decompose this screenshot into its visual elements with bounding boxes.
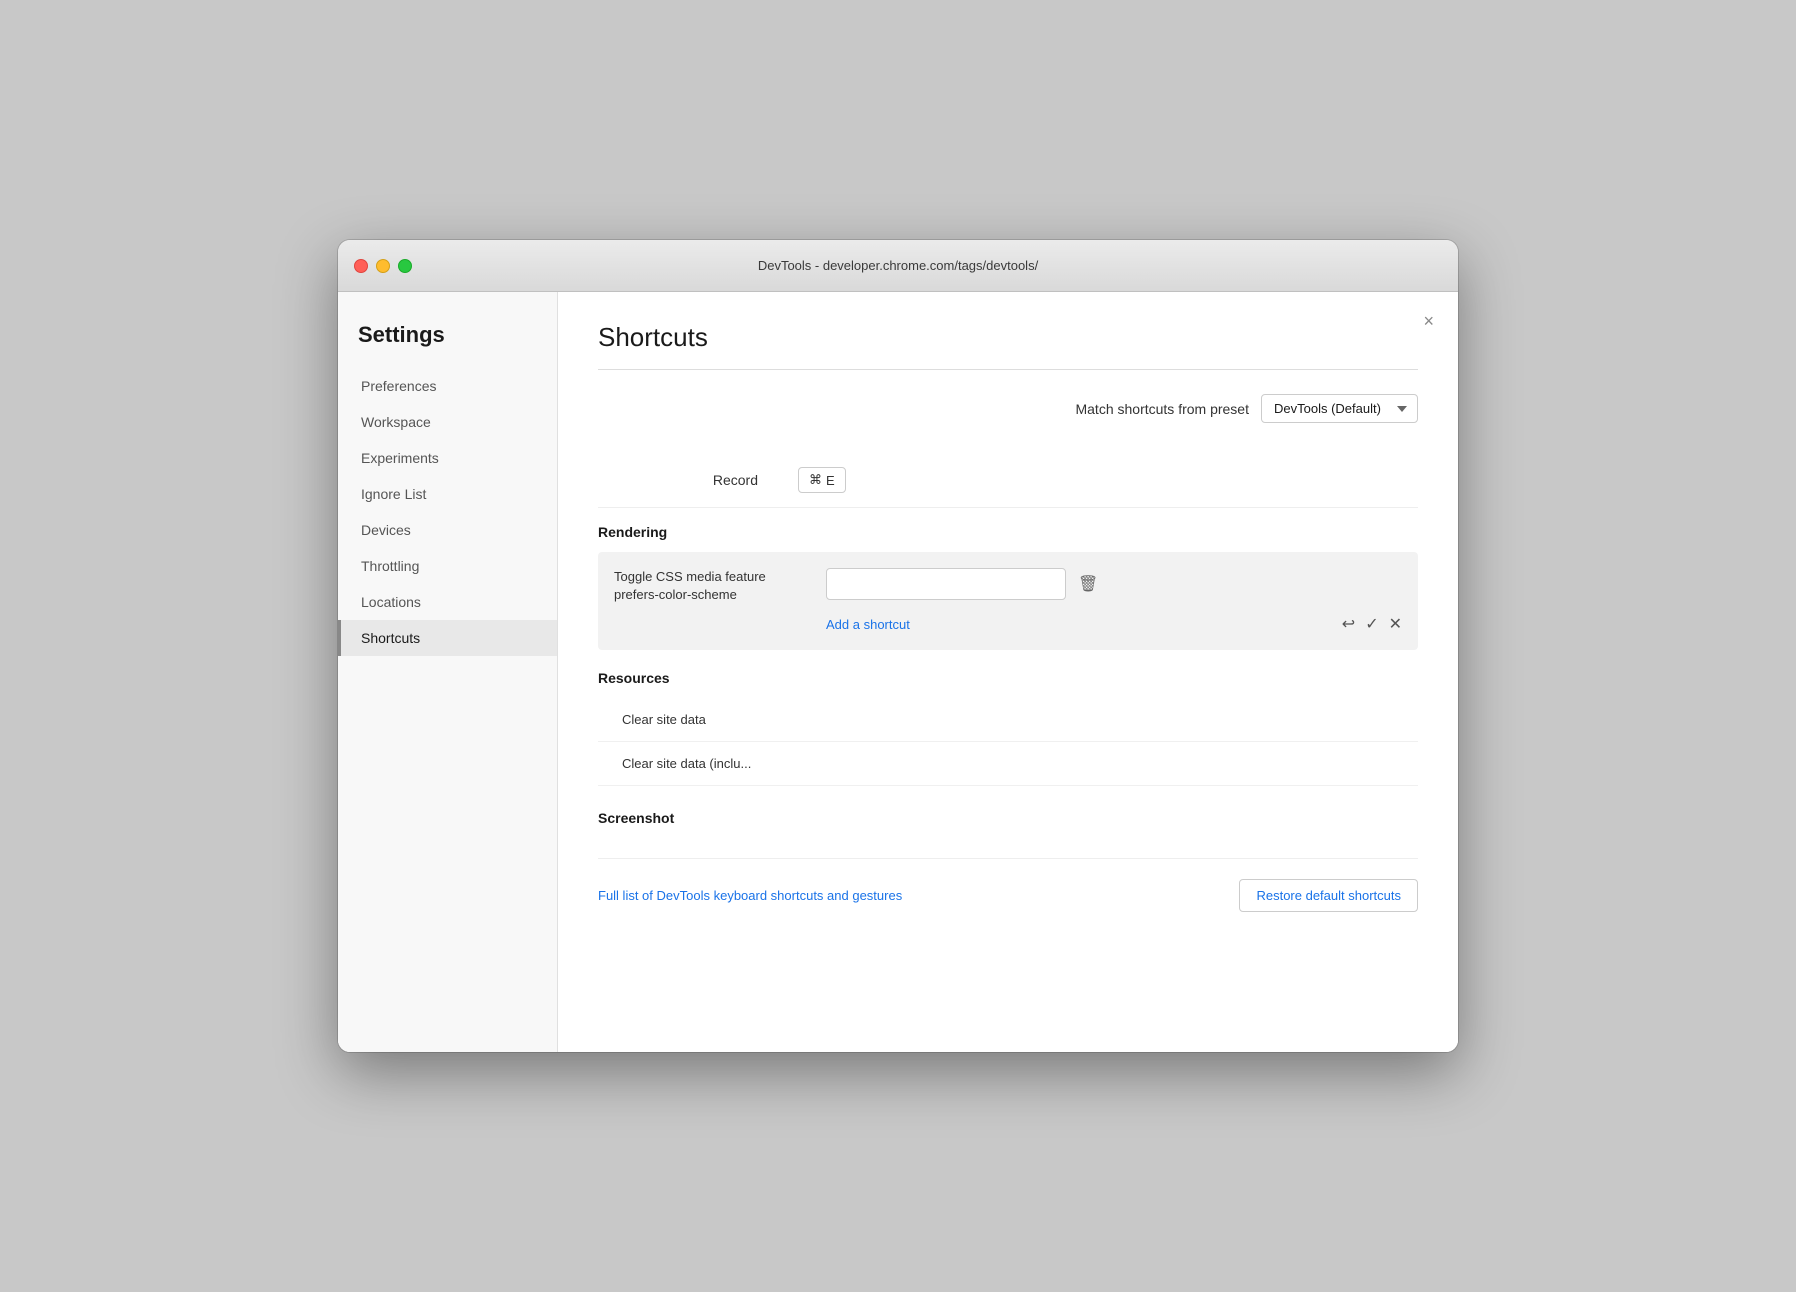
titlebar: DevTools - developer.chrome.com/tags/dev… — [338, 240, 1458, 292]
sidebar-item-workspace[interactable]: Workspace — [338, 404, 557, 440]
confirm-icon[interactable]: ✓ — [1365, 614, 1378, 634]
close-window-button[interactable] — [354, 259, 368, 273]
bottom-bar: Full list of DevTools keyboard shortcuts… — [598, 858, 1418, 912]
resources-section: Resources Clear site data Clear site dat… — [598, 654, 1418, 786]
rendering-section: Rendering Toggle CSS media feature prefe… — [598, 508, 1418, 650]
resource-item-0: Clear site data — [598, 698, 1418, 742]
record-label: Record — [598, 472, 798, 488]
main-content: × Shortcuts Match shortcuts from preset … — [558, 292, 1458, 1052]
action-icons: ↩ ✓ ✕ — [1342, 614, 1402, 634]
sidebar-item-ignore-list[interactable]: Ignore List — [338, 476, 557, 512]
sidebar-item-devices[interactable]: Devices — [338, 512, 557, 548]
sidebar-item-preferences[interactable]: Preferences — [338, 368, 557, 404]
preset-select[interactable]: DevTools (Default) Visual Studio Code — [1261, 394, 1418, 423]
minimize-window-button[interactable] — [376, 259, 390, 273]
shortcut-input-area: 🗑 — [826, 568, 1402, 600]
delete-shortcut-button[interactable]: 🗑 — [1074, 570, 1102, 598]
undo-icon[interactable]: ↩ — [1342, 614, 1355, 634]
sidebar-item-locations[interactable]: Locations — [338, 584, 557, 620]
sidebar-item-shortcuts[interactable]: Shortcuts — [338, 620, 557, 656]
screenshot-section: Screenshot — [598, 786, 1418, 838]
rendering-block: Toggle CSS media feature prefers-color-s… — [598, 552, 1418, 650]
page-title: Shortcuts — [598, 322, 1418, 353]
maximize-window-button[interactable] — [398, 259, 412, 273]
window-title: DevTools - developer.chrome.com/tags/dev… — [758, 258, 1038, 273]
shortcut-key-letter: E — [826, 473, 835, 488]
resources-items: Clear site data Clear site data (inclu..… — [598, 698, 1418, 786]
restore-defaults-button[interactable]: Restore default shortcuts — [1239, 879, 1418, 912]
record-row: Record ⌘ E — [598, 453, 1418, 508]
record-shortcut: ⌘ E — [798, 467, 846, 493]
sidebar-item-experiments[interactable]: Experiments — [338, 440, 557, 476]
full-list-link[interactable]: Full list of DevTools keyboard shortcuts… — [598, 888, 902, 903]
rendering-actions-row: Add a shortcut ↩ ✓ ✕ — [614, 614, 1402, 634]
resource-item-1: Clear site data (inclu... — [598, 742, 1418, 786]
shortcut-text-input[interactable] — [826, 568, 1066, 600]
sidebar: Settings Preferences Workspace Experimen… — [338, 292, 558, 1052]
traffic-lights — [354, 259, 412, 273]
close-button[interactable]: × — [1423, 312, 1434, 330]
sidebar-heading: Settings — [338, 322, 557, 368]
mac-window: DevTools - developer.chrome.com/tags/dev… — [338, 240, 1458, 1052]
preset-label: Match shortcuts from preset — [1075, 401, 1249, 417]
shortcut-cmd: ⌘ — [809, 472, 822, 488]
cancel-shortcut-icon[interactable]: ✕ — [1389, 614, 1402, 634]
title-divider — [598, 369, 1418, 370]
rendering-header: Rendering — [598, 508, 1418, 552]
rendering-item-label: Toggle CSS media feature prefers-color-s… — [614, 568, 814, 604]
rendering-item-row: Toggle CSS media feature prefers-color-s… — [614, 568, 1402, 604]
sidebar-item-throttling[interactable]: Throttling — [338, 548, 557, 584]
window-body: Settings Preferences Workspace Experimen… — [338, 292, 1458, 1052]
add-shortcut-link[interactable]: Add a shortcut — [826, 617, 910, 632]
preset-row: Match shortcuts from preset DevTools (De… — [598, 394, 1418, 423]
screenshot-header: Screenshot — [598, 794, 1418, 838]
resources-header: Resources — [598, 654, 1418, 698]
